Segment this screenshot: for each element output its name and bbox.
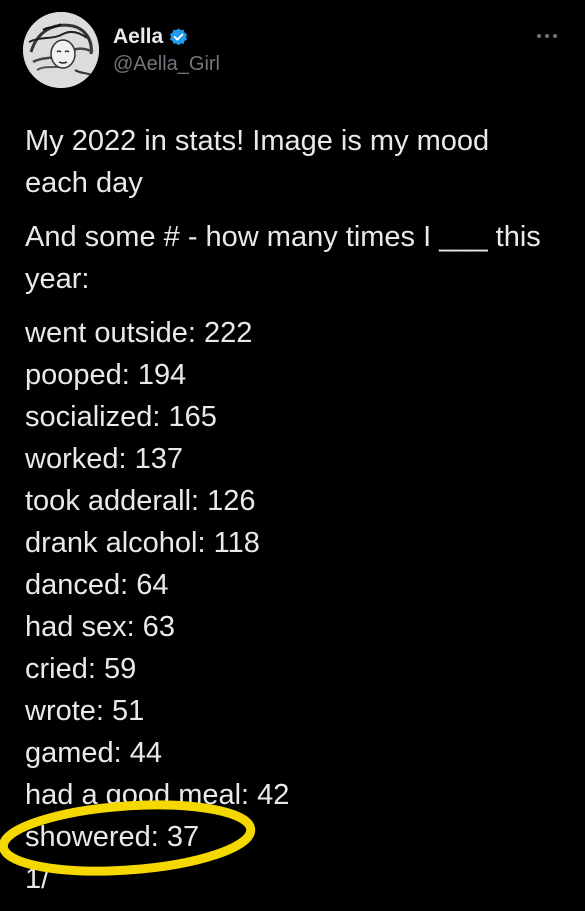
author-display-name[interactable]: Aella (113, 24, 163, 50)
stats-list: went outside: 222 pooped: 194 socialized… (25, 312, 289, 858)
verified-badge-icon (168, 27, 189, 48)
author-name-row[interactable]: Aella (113, 24, 189, 50)
thread-counter: 1/ (25, 863, 50, 895)
tweet: Aella @Aella_Girl My 2022 in stats! Imag… (0, 0, 585, 911)
stat-item: cried: 59 (25, 653, 137, 685)
author-handle[interactable]: @Aella_Girl (113, 52, 220, 76)
tweet-intro-text: My 2022 in stats! Image is my mood each … (25, 125, 498, 199)
tweet-question-text: And some # - how many times I ___ this y… (25, 221, 549, 295)
stat-item: danced: 64 (25, 569, 169, 601)
stat-item-showered: showered: 37 (25, 821, 200, 853)
more-dots-icon[interactable] (535, 26, 559, 46)
stat-item: had sex: 63 (25, 611, 175, 643)
stat-item: gamed: 44 (25, 737, 163, 769)
stat-item: went outside: 222 (25, 317, 253, 349)
stat-item: took adderall: 126 (25, 485, 256, 517)
stat-item: worked: 137 (25, 443, 183, 475)
stat-item: socialized: 165 (25, 401, 217, 433)
stat-item: wrote: 51 (25, 695, 145, 727)
avatar[interactable] (23, 12, 99, 88)
avatar-image (23, 12, 99, 88)
stat-item: drank alcohol: 118 (25, 527, 260, 559)
stat-item: had a good meal: 42 (25, 779, 290, 811)
stat-item: pooped: 194 (25, 359, 187, 391)
